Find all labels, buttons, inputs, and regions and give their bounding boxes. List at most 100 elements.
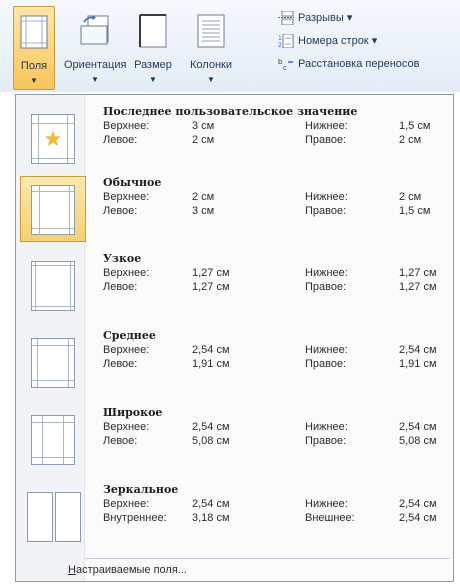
left-value: 5,08 см [192,435,230,447]
margin-row-left: Левое: 3 см Правое: 1,5 см [103,205,448,220]
left-label: Левое: [103,358,138,370]
normal-margins-icon [31,185,75,235]
small-commands: Разрывы ▾ 1 2 Номера строк ▾ b c Расстан… [278,8,419,77]
top-value: 2,54 см [192,421,230,433]
bottom-value: 2,54 см [399,498,437,510]
menu-item-normal[interactable]: Обычное Верхнее: 2 см Нижнее: 2 см Левое… [20,176,450,248]
menu-item-thumbnail [20,176,86,242]
margins-dropdown-menu: ★ Последнее пользовательское значение Ве… [15,94,454,582]
chevron-down-icon: ▾ [346,12,353,24]
margin-row-left: Левое: 1,91 см Правое: 1,91 см [103,358,448,373]
right-label: Правое: [305,134,347,146]
menu-item-thumbnail [20,329,86,395]
margin-row-top: Верхнее: 2,54 см Нижнее: 2,54 см [103,344,448,359]
menu-item-narrow[interactable]: Узкое Верхнее: 1,27 см Нижнее: 1,27 см Л… [20,252,450,324]
left-label: Левое: [103,281,138,293]
outside-label: Внешнее: [305,512,355,524]
menu-item-thumbnail [20,252,86,318]
right-value: 1,91 см [399,358,437,370]
menu-item-last-custom[interactable]: ★ Последнее пользовательское значение Ве… [20,105,450,177]
size-button[interactable]: Размер ▼ [129,6,177,88]
right-value: 1,5 см [399,205,431,217]
menu-item-wide[interactable]: Широкое Верхнее: 2,54 см Нижнее: 2,54 см… [20,406,450,478]
menu-item-thumbnail [20,406,86,472]
bottom-value: 2,54 см [399,421,437,433]
margins-button[interactable]: Поля ▼ [13,6,55,90]
menu-item-mirrored[interactable]: Зеркальное Верхнее: 2,54 см Нижнее: 2,54… [20,483,450,555]
left-label: Левое: [103,134,138,146]
right-value: 1,27 см [399,281,437,293]
hyphenation-button[interactable]: b c Расстановка переносов [278,54,419,74]
bottom-label: Нижнее: [305,267,348,279]
svg-text:1: 1 [278,35,282,42]
top-label: Верхнее: [103,191,150,203]
orientation-label: Ориентация [64,59,127,71]
bottom-label: Нижнее: [305,120,348,132]
top-label: Верхнее: [103,421,150,433]
accelerator-key: Н [68,564,76,576]
chevron-down-icon: ▼ [207,75,215,84]
wide-margins-icon [31,415,75,465]
bottom-label: Нижнее: [305,421,348,433]
custom-margins-menu-item[interactable]: Настраиваемые поля... [68,564,187,576]
margin-row-top: Верхнее: 1,27 см Нижнее: 1,27 см [103,267,448,282]
top-label: Верхнее: [103,267,150,279]
size-icon [139,14,167,48]
chevron-down-icon: ▼ [91,75,99,84]
mirrored-margins-icon [27,492,81,542]
menu-item-moderate[interactable]: Среднее Верхнее: 2,54 см Нижнее: 2,54 см… [20,329,450,401]
columns-label: Колонки [190,59,232,71]
bottom-value: 2 см [399,191,422,203]
right-label: Правое: [305,435,347,447]
ribbon: Поля ▼ Ориентация ▼ Размер ▼ Колонки ▼ Р… [0,0,460,92]
orientation-button[interactable]: Ориентация ▼ [64,6,126,88]
menu-item-thumbnail: ★ [20,105,86,171]
right-value: 2 см [399,134,422,146]
top-value: 3 см [192,120,215,132]
right-label: Правое: [305,205,347,217]
line-numbers-icon: 1 2 [278,34,294,48]
hyphenation-label: Расстановка переносов [298,58,420,70]
menu-separator [85,558,450,559]
margins-label: Поля [20,60,48,72]
bottom-value: 1,27 см [399,267,437,279]
custom-margins-label: астраиваемые поля... [75,564,187,576]
size-label: Размер [134,59,172,71]
hyphenation-icon: b c [278,58,293,71]
chevron-down-icon: ▾ [371,35,378,47]
columns-icon [197,14,225,48]
menu-item-title: Среднее [103,329,156,342]
top-value: 1,27 см [192,267,230,279]
left-value: 3 см [192,205,215,217]
breaks-button[interactable]: Разрывы ▾ [278,8,419,28]
top-value: 2 см [192,191,215,203]
columns-button[interactable]: Колонки ▼ [183,6,239,88]
svg-text:2: 2 [278,42,282,48]
line-numbers-label: Номера строк [298,35,369,47]
bottom-value: 1,5 см [399,120,431,132]
bottom-label: Нижнее: [305,191,348,203]
narrow-margins-icon [31,261,75,311]
page-thumbnail: ★ [31,114,75,164]
moderate-margins-icon [31,338,75,388]
menu-item-title: Зеркальное [103,483,179,496]
left-value: 1,27 см [192,281,230,293]
bottom-label: Нижнее: [305,344,348,356]
margin-row-left: Левое: 1,27 см Правое: 1,27 см [103,281,448,296]
bottom-value: 2,54 см [399,344,437,356]
margin-row-top: Верхнее: 2,54 см Нижнее: 2,54 см [103,421,448,436]
star-icon: ★ [44,128,62,151]
inside-value: 3,18 см [192,512,230,524]
breaks-label: Разрывы [298,12,344,24]
margins-icon [20,15,48,49]
line-numbers-button[interactable]: 1 2 Номера строк ▾ [278,31,419,51]
right-label: Правое: [305,281,347,293]
margin-row-top: Верхнее: 2 см Нижнее: 2 см [103,191,448,206]
menu-item-title: Широкое [103,406,163,419]
left-label: Левое: [103,435,138,447]
top-value: 2,54 см [192,344,230,356]
menu-item-title: Узкое [103,252,142,265]
margin-row-top: Верхнее: 2,54 см Нижнее: 2,54 см [103,498,448,513]
left-value: 1,91 см [192,358,230,370]
top-label: Верхнее: [103,498,150,510]
